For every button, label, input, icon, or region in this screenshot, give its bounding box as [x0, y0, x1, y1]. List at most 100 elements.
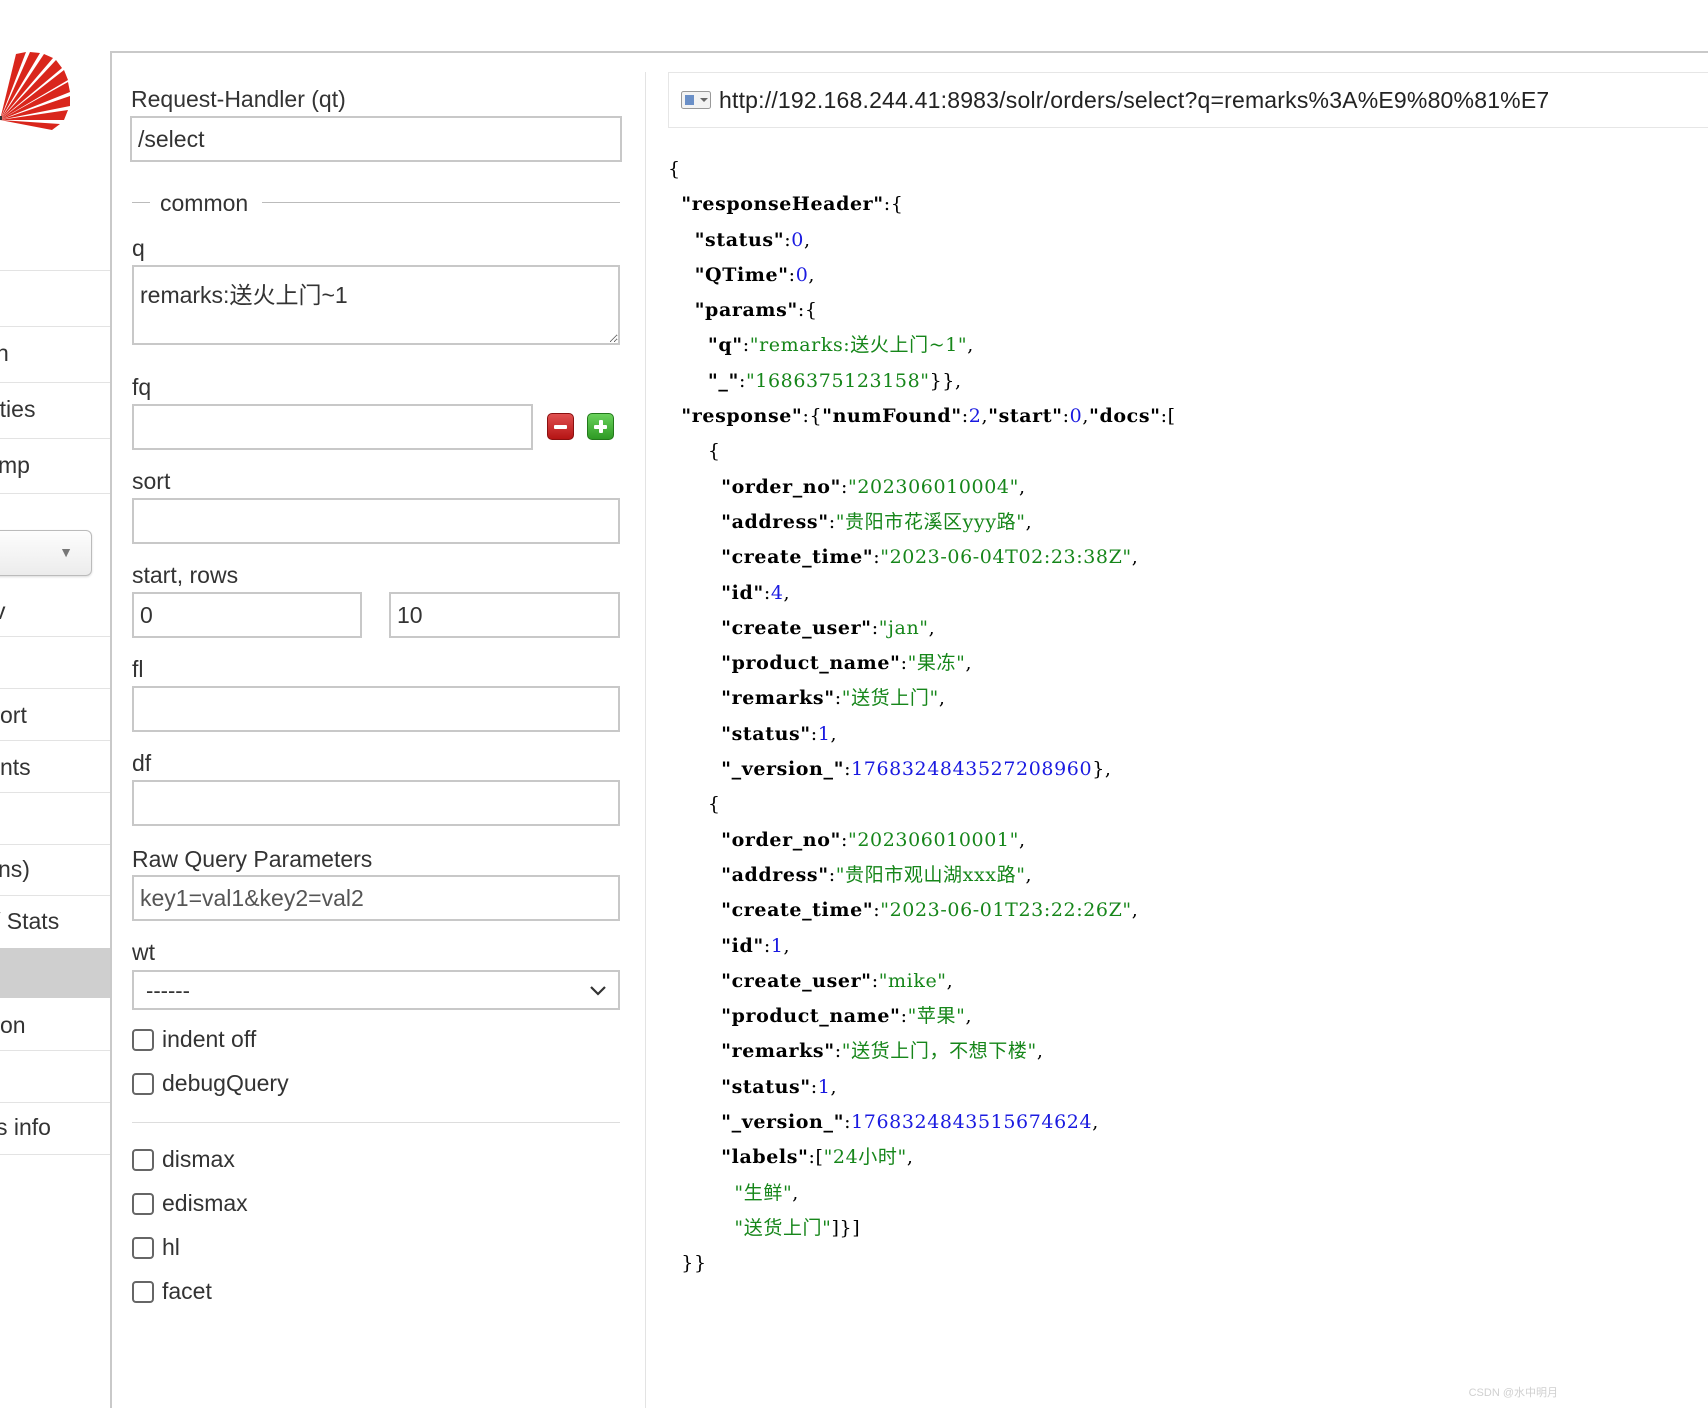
json-token: },	[1092, 758, 1112, 781]
indent-off-checkbox[interactable]	[132, 1028, 154, 1051]
fl-input[interactable]	[132, 686, 620, 732]
start-input[interactable]	[132, 592, 362, 638]
json-token: ,	[808, 263, 816, 286]
wt-select[interactable]: ------	[132, 970, 620, 1010]
json-token: ,	[1025, 510, 1033, 533]
json-token: }}	[668, 1252, 707, 1275]
solr-logo-icon[interactable]	[0, 52, 72, 137]
json-line: "create_time":"2023-06-04T02:23:38Z",	[668, 540, 1176, 575]
json-token: "product_name"	[721, 1005, 901, 1028]
json-token: "id"	[721, 934, 764, 957]
json-token: :	[871, 616, 879, 639]
json-token: ,	[1018, 828, 1026, 851]
raw-params-input[interactable]	[132, 875, 620, 921]
json-line: "create_user":"mike",	[668, 964, 1176, 999]
hl-checkbox[interactable]	[132, 1236, 154, 1259]
json-token: ,	[830, 1075, 838, 1098]
request-url-bar[interactable]: http://192.168.244.41:8983/solr/orders/s…	[668, 72, 1708, 128]
df-input[interactable]	[132, 780, 620, 826]
sidebar-item-active[interactable]	[0, 948, 110, 998]
json-token: ,	[928, 616, 936, 639]
sidebar-item[interactable]: ort	[0, 702, 27, 729]
json-token: :{	[797, 299, 818, 322]
core-selector[interactable]: ▼	[0, 530, 92, 576]
main-panel-border	[110, 51, 112, 1408]
json-line: }}	[668, 1246, 1176, 1281]
nav-divider	[0, 1102, 110, 1103]
indent-off-option[interactable]: indent off	[132, 1026, 256, 1053]
nav-divider	[0, 895, 110, 896]
dismax-checkbox[interactable]	[132, 1148, 154, 1171]
json-token: ,	[783, 581, 791, 604]
add-fq-button[interactable]	[587, 413, 614, 440]
facet-option[interactable]: facet	[132, 1278, 212, 1305]
sidebar-item[interactable]: nts	[0, 754, 31, 781]
sidebar-item[interactable]: mp	[0, 452, 30, 479]
sidebar-item[interactable]: rties	[0, 396, 35, 423]
json-line: "remarks":"送货上门，不想下楼",	[668, 1034, 1176, 1069]
edismax-option[interactable]: edismax	[132, 1190, 248, 1217]
facet-checkbox[interactable]	[132, 1280, 154, 1303]
json-token: "2023-06-01T23:22:26Z"	[880, 899, 1132, 922]
hl-option[interactable]: hl	[132, 1234, 180, 1261]
sidebar-item[interactable]: s info	[0, 1114, 51, 1141]
fieldset-line	[132, 202, 150, 203]
debug-query-option[interactable]: debugQuery	[132, 1070, 289, 1097]
json-token: "24小时"	[823, 1146, 907, 1169]
json-token: "params"	[694, 299, 798, 322]
sidebar-item[interactable]: / Stats	[0, 908, 59, 935]
edismax-checkbox[interactable]	[132, 1192, 154, 1215]
fq-input[interactable]	[132, 404, 533, 450]
json-token: :{	[802, 405, 823, 428]
sidebar-item[interactable]: ns)	[0, 856, 30, 883]
json-token: :	[742, 334, 750, 357]
json-token: ,	[938, 687, 946, 710]
request-url-link[interactable]: http://192.168.244.41:8983/solr/orders/s…	[719, 87, 1549, 114]
json-token: ,	[946, 969, 954, 992]
sidebar-item[interactable]: n	[0, 340, 9, 367]
sort-input[interactable]	[132, 498, 620, 544]
json-token: 1	[817, 1075, 831, 1098]
json-token: ,	[965, 652, 973, 675]
json-token: "start"	[988, 405, 1063, 428]
json-token: "order_no"	[721, 828, 841, 851]
sidebar: n rties mp ▼ v ort nts ns) / Stats on s …	[0, 0, 110, 1408]
json-line: "_version_":1768324843515674624,	[668, 1105, 1176, 1140]
json-token: :	[900, 652, 908, 675]
fl-label: fl	[132, 656, 144, 682]
json-token: "labels"	[721, 1146, 809, 1169]
q-label: q	[132, 235, 145, 261]
remove-fq-button[interactable]	[547, 413, 574, 440]
fq-label: fq	[132, 374, 152, 400]
json-token: :	[840, 475, 848, 498]
json-token: ,	[1036, 1040, 1044, 1063]
json-token: :	[828, 510, 836, 533]
request-handler-input[interactable]	[130, 116, 622, 162]
chevron-down-icon	[588, 978, 608, 1008]
q-textarea[interactable]: remarks:送火上门~1	[132, 265, 620, 345]
nav-divider	[0, 740, 110, 741]
rows-input[interactable]	[389, 592, 620, 638]
json-line: "status":1,	[668, 717, 1176, 752]
request-handler-label: Request-Handler (qt)	[131, 86, 346, 112]
sidebar-item[interactable]: v	[0, 598, 6, 625]
sidebar-item[interactable]: on	[0, 1012, 26, 1039]
json-token: "202306010001"	[848, 828, 1019, 851]
wt-selected-value: ------	[146, 978, 190, 1003]
dismax-option[interactable]: dismax	[132, 1146, 235, 1173]
json-line: "order_no":"202306010004",	[668, 470, 1176, 505]
json-token: "status"	[721, 722, 811, 745]
debug-query-checkbox[interactable]	[132, 1072, 154, 1095]
facet-label: facet	[162, 1278, 212, 1304]
json-token: 1	[770, 934, 784, 957]
json-token: :	[788, 263, 796, 286]
json-token: 1	[817, 722, 831, 745]
watermark: CSDN @水中明月	[1468, 1387, 1558, 1399]
